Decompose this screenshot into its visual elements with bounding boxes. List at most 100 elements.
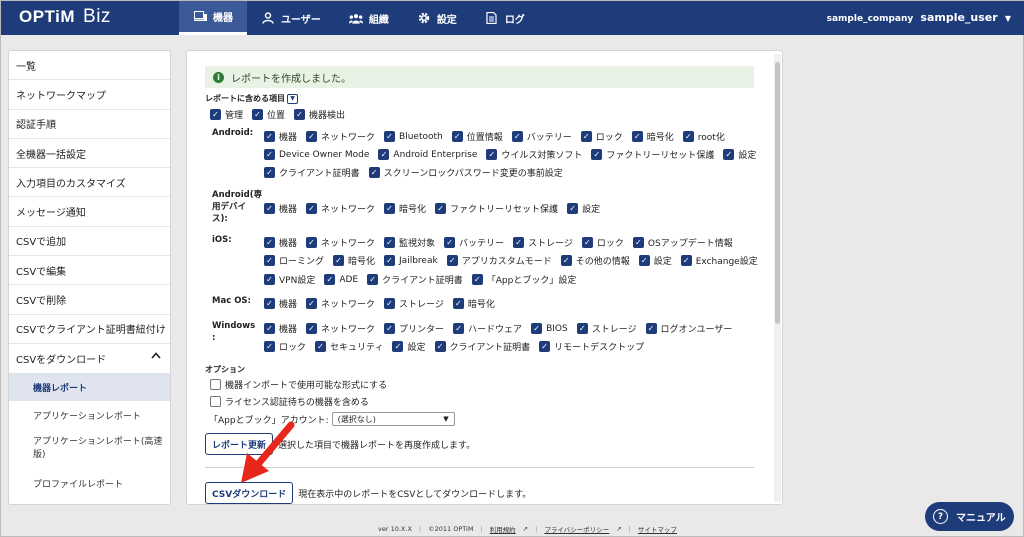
android-check[interactable]: ✓ Android Enterprise [378, 149, 477, 160]
android-check[interactable]: ✓ ウイルス対策ソフト [486, 148, 582, 161]
android-check[interactable]: ✓ 暗号化 [631, 130, 674, 143]
android-check[interactable]: ✓ ファクトリーリセット保護 [591, 148, 714, 161]
nav-settings[interactable]: 設定 [403, 1, 471, 35]
sidebar-item-csv-download[interactable]: CSVをダウンロード [9, 344, 170, 373]
sidebar-item-auth-procedure[interactable]: 認証手順 [9, 110, 170, 139]
scrollbar-thumb[interactable] [775, 62, 780, 324]
sidebar-subitem-app-report-fast[interactable]: アプリケーションレポート(高速版) [9, 429, 170, 469]
sidebar-subitem-app-report[interactable]: アプリケーションレポート [9, 401, 170, 429]
macos-check[interactable]: ✓ 機器 [264, 297, 297, 310]
windows-check[interactable]: ✓ ログオンユーザー [645, 322, 732, 335]
windows-check[interactable]: ✓ 機器 [264, 322, 297, 335]
sidebar-item-csv-delete[interactable]: CSVで削除 [9, 285, 170, 315]
ios-check[interactable]: ✓ その他の情報 [560, 254, 630, 267]
ios-check[interactable]: ✓ ネットワーク [306, 236, 375, 249]
ios-check[interactable]: ✓ ロック [581, 236, 624, 249]
panel-scrollbar[interactable] [774, 54, 781, 502]
chevron-down-icon[interactable]: ▼ [287, 93, 298, 104]
android-check[interactable]: ✓ ネットワーク [306, 130, 375, 143]
android-dedicated-check[interactable]: ✓ ファクトリーリセット保護 [435, 202, 558, 215]
ios-check[interactable]: ✓ ストレージ [513, 236, 573, 249]
chevron-up-icon [151, 352, 161, 362]
nav-users[interactable]: ユーザー [247, 1, 335, 35]
sidebar-subitem-device-report[interactable]: 機器レポート [9, 373, 170, 402]
android-check[interactable]: ✓ 設定 [723, 148, 756, 161]
macos-check[interactable]: ✓ ストレージ [384, 297, 444, 310]
sidebar-item-customize-fields[interactable]: 入力項目のカスタマイズ [9, 168, 170, 198]
ios-check[interactable]: ✓ アプリカスタムモード [446, 254, 552, 267]
account-select[interactable]: (選択なし) ▼ [331, 412, 455, 426]
checkbox-location[interactable]: ✓ 位置 [252, 108, 285, 121]
windows-check[interactable]: ✓ リモートデスクトップ [539, 340, 644, 353]
update-note: 選択した項目で機器レポートを再度作成します。 [278, 440, 476, 451]
nav-devices[interactable]: 機器 [179, 1, 247, 35]
sidebar-item-bulk-settings[interactable]: 全機器一括設定 [9, 139, 170, 169]
sitemap-link[interactable]: サイトマップ [638, 524, 677, 534]
checkbox-include-pending[interactable]: ライセンス認証待ちの機器を含める [210, 395, 369, 408]
macos-check[interactable]: ✓ ネットワーク [306, 297, 375, 310]
ios-check[interactable]: ✓ 機器 [264, 236, 297, 249]
nav-log[interactable]: ログ [471, 1, 539, 35]
manual-button[interactable]: ? マニュアル [925, 502, 1014, 531]
checkbox-device-detection[interactable]: ✓ 機器検出 [294, 108, 345, 121]
nav-devices-label: 機器 [213, 13, 233, 24]
optim-biz-logo[interactable]: OPTiM Biz [19, 6, 111, 28]
windows-check[interactable]: ✓ 設定 [392, 340, 426, 353]
android-check[interactable]: ✓ 位置情報 [451, 130, 503, 143]
sidebar: 一覧 ネットワークマップ 認証手順 全機器一括設定 入力項目のカスタマイズ メッ… [8, 50, 171, 505]
sidebar-subitem-profile-report[interactable]: プロファイルレポート [9, 469, 170, 497]
options-heading: オプション [205, 365, 245, 374]
android-dedicated-check[interactable]: ✓ ネットワーク [306, 202, 375, 215]
main-nav: 機器 ユーザー 組織 設定 ログ [179, 1, 539, 35]
nav-organization[interactable]: 組織 [335, 1, 403, 35]
windows-check[interactable]: ✓ セキュリティ [315, 340, 383, 353]
ios-check[interactable]: ✓ ローミング [264, 254, 324, 267]
sidebar-item-network-map[interactable]: ネットワークマップ [9, 80, 170, 110]
ios-check[interactable]: ✓ VPN設定 [264, 273, 315, 286]
chevron-down-icon: ▼ [1004, 14, 1011, 23]
windows-check[interactable]: ✓ ハードウェア [453, 322, 522, 335]
windows-check[interactable]: ✓ プリンター [384, 322, 444, 335]
sidebar-item-csv-edit[interactable]: CSVで編集 [9, 256, 170, 286]
ios-check[interactable]: ✓ Exchange設定 [680, 254, 758, 267]
manual-label: マニュアル [956, 513, 1006, 524]
android-check[interactable]: ✓ バッテリー [511, 130, 572, 143]
ios-check[interactable]: ✓ クライアント証明書 [367, 273, 463, 286]
windows-check[interactable]: ✓ クライアント証明書 [434, 340, 530, 353]
macos-check[interactable]: ✓ 暗号化 [452, 297, 495, 310]
terms-link[interactable]: 利用規約 [490, 524, 516, 534]
sidebar-item-csv-client-cert[interactable]: CSVでクライアント証明書紐付け [9, 315, 170, 344]
windows-check[interactable]: ✓ ネットワーク [306, 322, 375, 335]
android-check[interactable]: ✓ ロック [580, 130, 623, 143]
android-check[interactable]: ✓ Bluetooth [384, 131, 443, 142]
android-dedicated-check[interactable]: ✓ 暗号化 [384, 202, 426, 215]
windows-check[interactable]: ✓ ロック [264, 340, 306, 353]
android-dedicated-check[interactable]: ✓ 機器 [264, 202, 297, 215]
privacy-link[interactable]: プライバシーポリシー [544, 524, 609, 534]
csv-download-button[interactable]: CSVダウンロード [205, 482, 294, 504]
android-check[interactable]: ✓ Device Owner Mode [264, 149, 369, 160]
ios-check[interactable]: ✓ Jailbreak [384, 255, 438, 266]
ios-check[interactable]: ✓ 設定 [638, 254, 672, 267]
ios-check[interactable]: ✓ 暗号化 [333, 254, 375, 267]
checkbox-management[interactable]: ✓ 管理 [210, 108, 243, 121]
ios-check[interactable]: ✓ OSアップデート情報 [632, 236, 733, 249]
ios-check[interactable]: ✓ 監視対象 [384, 236, 435, 249]
ios-check[interactable]: ✓ 「Appとブック」設定 [471, 273, 576, 286]
user-icon [261, 12, 275, 24]
ios-check[interactable]: ✓ バッテリー [444, 236, 504, 249]
android-check[interactable]: ✓ スクリーンロックパスワード変更の事前設定 [368, 166, 563, 179]
windows-check[interactable]: ✓ BIOS [531, 323, 568, 334]
android-dedicated-check[interactable]: ✓ 設定 [567, 202, 600, 215]
sidebar-item-csv-add[interactable]: CSVで追加 [9, 227, 170, 257]
gear-icon [417, 12, 431, 24]
sidebar-item-list[interactable]: 一覧 [9, 51, 170, 81]
android-check[interactable]: ✓ 機器 [264, 130, 297, 143]
android-check[interactable]: ✓ root化 [682, 130, 725, 143]
sidebar-item-message-notification[interactable]: メッセージ通知 [9, 197, 170, 227]
checkbox-import-format[interactable]: 機器インポートで使用可能な形式にする [210, 378, 387, 391]
ios-check[interactable]: ✓ ADE [324, 274, 358, 285]
windows-check[interactable]: ✓ ストレージ [576, 322, 637, 335]
user-menu[interactable]: sample_company sample_user ▼ [827, 11, 1011, 24]
android-check[interactable]: ✓ クライアント証明書 [264, 166, 360, 179]
